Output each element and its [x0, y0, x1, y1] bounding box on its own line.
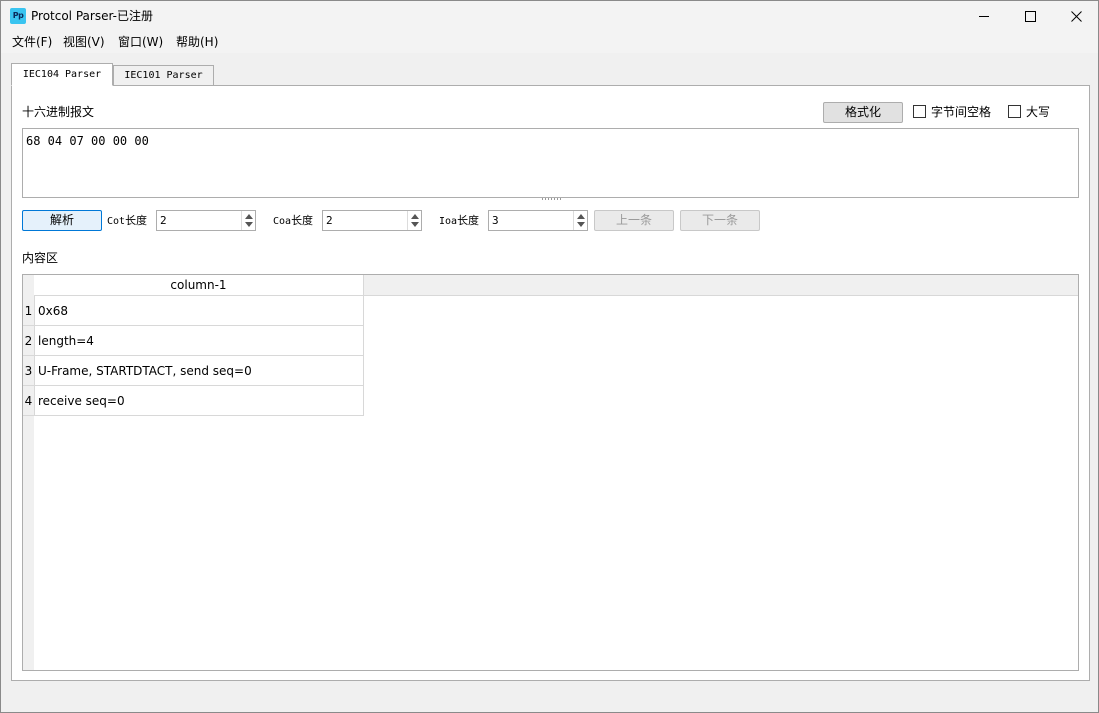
ioa-suffix: 长度 [457, 214, 480, 227]
spin-up-icon [577, 214, 585, 219]
row-number[interactable]: 3 [23, 356, 34, 386]
close-icon [1071, 11, 1082, 22]
app-logo-icon: Pp [10, 8, 26, 24]
table-row[interactable]: 3 U-Frame, STARTDTACT, send seq=0 [23, 356, 364, 386]
next-button[interactable]: 下一条 [680, 210, 760, 231]
maximize-icon [1025, 11, 1036, 22]
menu-help[interactable]: 帮助(H) [176, 35, 218, 50]
table-corner[interactable] [23, 275, 34, 296]
title-bar: Pp Protcol Parser-已注册 [1, 1, 1098, 32]
row-number[interactable]: 1 [23, 296, 34, 326]
menu-file[interactable]: 文件(F) [12, 35, 52, 50]
cot-length-spinbox[interactable]: 2 [156, 210, 256, 231]
spin-down-icon [411, 222, 419, 227]
hex-message-label: 十六进制报文 [22, 105, 95, 119]
prev-button[interactable]: 上一条 [594, 210, 674, 231]
coa-prefix: Coa [273, 216, 292, 227]
byte-space-label: 字节间空格 [931, 105, 992, 119]
close-button[interactable] [1053, 1, 1099, 32]
cot-length-value: 2 [160, 214, 167, 227]
table-cell[interactable]: U-Frame, STARTDTACT, send seq=0 [34, 356, 364, 386]
ioa-length-spinbox[interactable]: 3 [488, 210, 588, 231]
parse-button[interactable]: 解析 [22, 210, 102, 231]
format-button[interactable]: 格式化 [823, 102, 903, 123]
hex-message-input[interactable]: 68 04 07 00 00 00 [22, 128, 1079, 198]
table-cell[interactable]: receive seq=0 [34, 386, 364, 416]
menu-window[interactable]: 窗口(W) [118, 35, 163, 50]
content-area-label: 内容区 [22, 251, 59, 265]
byte-space-checkbox[interactable] [913, 105, 926, 118]
coa-length-value: 2 [326, 214, 333, 227]
minimize-icon [979, 16, 989, 17]
row-number[interactable]: 2 [23, 326, 34, 356]
tab-iec104-parser[interactable]: IEC104 Parser [11, 63, 113, 86]
tab-iec101-parser[interactable]: IEC101 Parser [113, 65, 214, 86]
coa-length-label: Coa长度 [273, 213, 313, 230]
status-bar [1, 689, 1098, 712]
spin-up-icon [411, 214, 419, 219]
spin-down-icon [245, 222, 253, 227]
row-number[interactable]: 4 [23, 386, 34, 416]
table-row[interactable]: 4 receive seq=0 [23, 386, 364, 416]
spin-arrows[interactable] [241, 211, 255, 230]
spin-up-icon [245, 214, 253, 219]
coa-suffix: 长度 [291, 214, 314, 227]
uppercase-checkbox[interactable] [1008, 105, 1021, 118]
table-row[interactable]: 1 0x68 [23, 296, 364, 326]
menu-view[interactable]: 视图(V) [63, 35, 105, 50]
spin-arrows[interactable] [573, 211, 587, 230]
maximize-button[interactable] [1007, 1, 1053, 32]
cot-prefix: Cot [107, 216, 126, 227]
cot-suffix: 长度 [125, 214, 148, 227]
app-window: Pp Protcol Parser-已注册 文件(F) 视图(V) 窗口(W) … [0, 0, 1099, 713]
content-table[interactable]: column-1 1 0x68 2 length=4 3 U-Frame, ST… [22, 274, 1079, 671]
ioa-length-label: Ioa长度 [439, 213, 479, 230]
ioa-prefix: Ioa [439, 216, 458, 227]
minimize-button[interactable] [961, 1, 1007, 32]
ioa-length-value: 3 [492, 214, 499, 227]
table-cell[interactable]: length=4 [34, 326, 364, 356]
column-header[interactable]: column-1 [34, 275, 364, 296]
menu-bar: 文件(F) 视图(V) 窗口(W) 帮助(H) [1, 32, 1098, 53]
table-cell[interactable]: 0x68 [34, 296, 364, 326]
spin-arrows[interactable] [407, 211, 421, 230]
coa-length-spinbox[interactable]: 2 [322, 210, 422, 231]
splitter-handle[interactable] [542, 198, 562, 200]
table-row[interactable]: 2 length=4 [23, 326, 364, 356]
spin-down-icon [577, 222, 585, 227]
uppercase-label: 大写 [1026, 105, 1051, 119]
window-title: Protcol Parser-已注册 [31, 9, 153, 23]
cot-length-label: Cot长度 [107, 213, 147, 230]
